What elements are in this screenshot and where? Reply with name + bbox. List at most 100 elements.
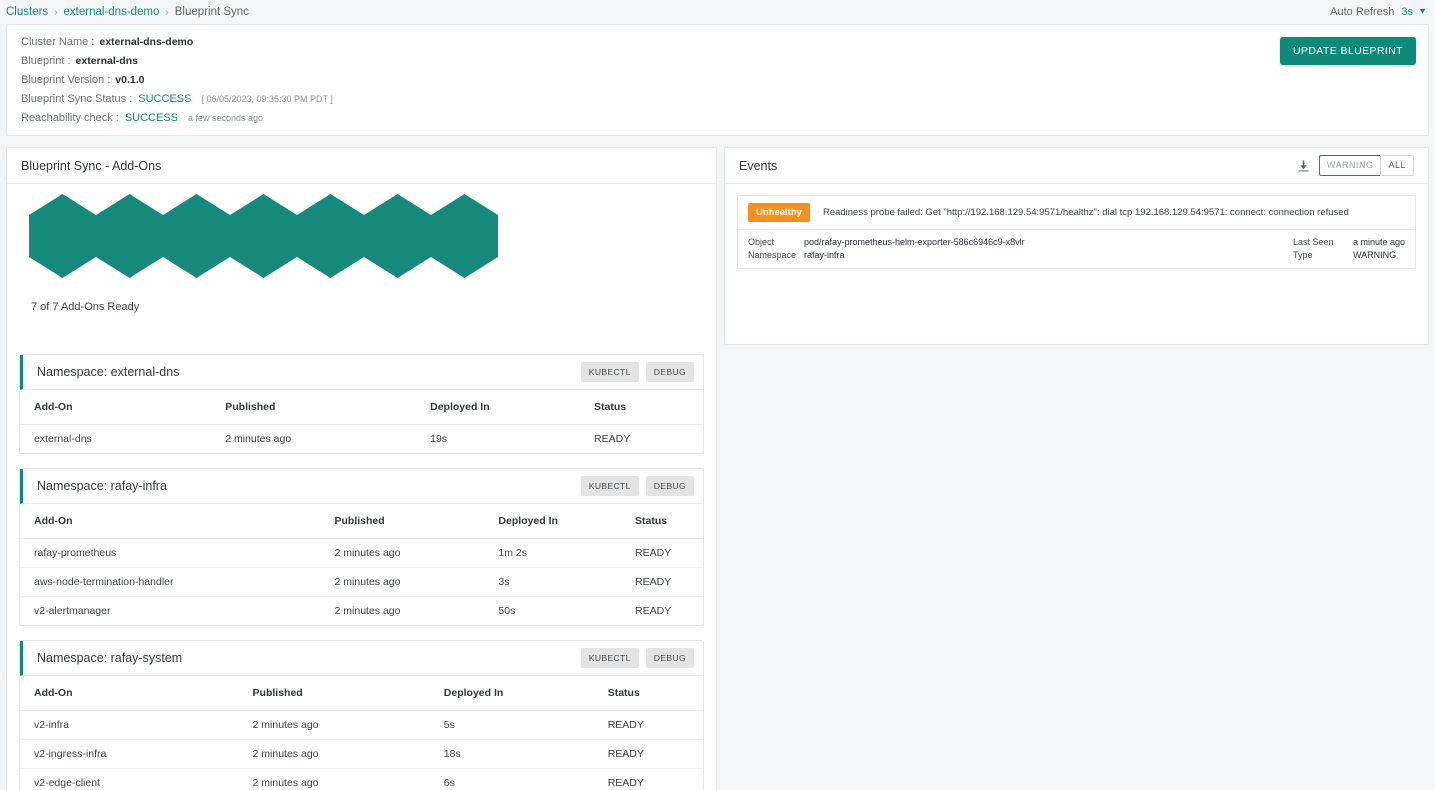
addons-table: Add-On Published Deployed In Status v2-infra…	[20, 676, 703, 790]
namespace-header: Namespace: rafay-system KUBECTL DEBUG	[20, 641, 703, 676]
table-row[interactable]: v2-ingress-infra 2 minutes ago 18s READY	[20, 739, 703, 769]
table-row[interactable]: rafay-prometheus 2 minutes ago 1m 2s READY	[20, 538, 703, 568]
auto-refresh-control[interactable]: Auto Refresh 3s ▾	[1330, 6, 1425, 18]
breadcrumb-item-clusters[interactable]: Clusters	[6, 6, 48, 18]
debug-button[interactable]: DEBUG	[645, 476, 694, 496]
cluster-name-value: external-dns-demo	[99, 36, 194, 48]
namespace-block: Namespace: external-dns KUBECTL DEBUG Add-O…	[19, 354, 704, 454]
download-icon[interactable]	[1297, 159, 1310, 173]
events-filter-all[interactable]: ALL	[1380, 155, 1414, 176]
namespace-title: Namespace: rafay-system	[37, 651, 183, 665]
addon-published: 2 minutes ago	[225, 433, 292, 445]
addon-status: READY	[607, 777, 644, 789]
table-row[interactable]: aws-node-termination-handler 2 minutes ag…	[20, 567, 703, 597]
addon-status: READY	[594, 433, 631, 445]
addon-deployed-in: 3s	[484, 567, 622, 597]
events-card: Events WARNING ALL Unhealthy Readiness p…	[724, 147, 1429, 345]
addon-hexagon-icon[interactable]	[96, 194, 163, 278]
addon-hexagon-icon[interactable]	[431, 194, 498, 278]
breadcrumb-separator: ›	[165, 6, 169, 18]
kubectl-button[interactable]: KUBECTL	[580, 362, 639, 382]
addon-deployed-in: 6s	[443, 777, 455, 789]
column-header-deployed-in: Deployed In	[416, 390, 581, 425]
top-bar: Clusters › external-dns-demo › Blueprint…	[0, 0, 1435, 24]
namespace-title: Namespace: external-dns	[37, 365, 180, 379]
event-item[interactable]: Unhealthy Readiness probe failed: Get "h…	[737, 195, 1416, 269]
addons-ready-caption: 7 of 7 Add-Ons Ready	[31, 301, 140, 313]
addon-deployed-in: 1m 2s	[484, 538, 622, 568]
breadcrumb: Clusters › external-dns-demo › Blueprint…	[6, 6, 249, 18]
namespace-actions: KUBECTL DEBUG	[580, 648, 694, 668]
chevron-down-icon[interactable]: ▾	[1420, 7, 1425, 17]
breadcrumb-item-current: Blueprint Sync	[174, 6, 249, 18]
column-header-add-on: Add-On	[20, 676, 239, 711]
sync-status-label: Blueprint Sync Status :	[21, 93, 133, 105]
main-content: Blueprint Sync - Add-Ons 7 of 7 Add-Ons …	[0, 136, 1435, 790]
event-last-seen-line: Last Seen a minute ago	[1293, 237, 1405, 247]
addon-deployed-in: 19s	[430, 433, 448, 445]
table-header-row: Add-On Published Deployed In Status	[20, 504, 703, 539]
events-filter-warning[interactable]: WARNING	[1318, 155, 1381, 176]
addon-hexagon-icon[interactable]	[230, 194, 297, 278]
event-message: Readiness probe failed: Get "http://192.…	[822, 207, 1349, 218]
column-header-add-on: Add-On	[20, 390, 212, 425]
reachability-label: Reachability check :	[21, 112, 119, 124]
events-card-header: Events WARNING ALL	[725, 148, 1428, 184]
addon-name: v2-infra	[20, 710, 239, 740]
addon-hexagon-icon[interactable]	[29, 194, 96, 278]
addon-published: 2 minutes ago	[238, 710, 430, 740]
addon-hexagon-icon[interactable]	[163, 194, 230, 278]
blueprint-value: external-dns	[75, 55, 138, 67]
table-header-row: Add-On Published Deployed In Status	[20, 676, 703, 711]
column-header-deployed-in: Deployed In	[429, 676, 594, 711]
info-row-cluster-name: Cluster Name : external-dns-demo	[21, 36, 1414, 55]
debug-button[interactable]: DEBUG	[645, 648, 694, 668]
table-row[interactable]: v2-alertmanager 2 minutes ago 50s READY	[20, 597, 703, 626]
blueprint-sync-addons-card: Blueprint Sync - Add-Ons 7 of 7 Add-Ons …	[6, 147, 717, 790]
sync-status-badge: SUCCESS	[138, 93, 192, 105]
addon-hexagon-icon[interactable]	[364, 194, 431, 278]
addon-name: external-dns	[34, 433, 92, 445]
table-row[interactable]: v2-infra 2 minutes ago 5s READY	[20, 710, 703, 740]
addon-hexagon-icon[interactable]	[297, 194, 364, 278]
column-header-published: Published	[211, 390, 417, 425]
column-header-add-on: Add-On	[20, 504, 321, 539]
column-header-status: Status	[580, 390, 703, 425]
addon-deployed-in: 5s	[429, 710, 594, 740]
event-meta-right: Last Seen a minute ago Type WARNING	[1293, 237, 1405, 260]
status-badge: Unhealthy	[748, 203, 810, 222]
auto-refresh-label: Auto Refresh	[1330, 6, 1395, 18]
kubectl-button[interactable]: KUBECTL	[580, 648, 639, 668]
addon-name: aws-node-termination-handler	[20, 567, 321, 597]
breadcrumb-item-cluster[interactable]: external-dns-demo	[64, 6, 160, 18]
column-header-published: Published	[320, 504, 485, 539]
table-header-row: Add-On Published Deployed In Status	[20, 390, 703, 425]
namespace-actions: KUBECTL DEBUG	[580, 362, 694, 382]
table-row[interactable]: v2-edge-client 2 minutes ago 6s READY	[20, 769, 703, 790]
info-row-blueprint-version: Blueprint Version : v0.1.0	[21, 74, 1414, 93]
addon-status: READY	[635, 605, 672, 617]
namespace-header: Namespace: external-dns KUBECTL DEBUG	[20, 355, 703, 390]
events-filter-toggle[interactable]: WARNING ALL	[1318, 155, 1414, 176]
event-namespace-value: rafay-infra	[804, 250, 845, 260]
update-blueprint-button[interactable]: UPDATE BLUEPRINT	[1279, 37, 1416, 65]
event-message-row: Unhealthy Readiness probe failed: Get "h…	[738, 196, 1415, 229]
addons-table: Add-On Published Deployed In Status external…	[20, 390, 703, 453]
addon-status: READY	[593, 710, 703, 740]
debug-button[interactable]: DEBUG	[645, 362, 694, 382]
namespace-title: Namespace: rafay-infra	[37, 479, 167, 493]
column-header-status: Status	[593, 676, 703, 711]
event-type-line: Type WARNING	[1293, 250, 1405, 260]
addon-name: rafay-prometheus	[20, 538, 321, 568]
events-card-tools: WARNING ALL	[1297, 155, 1414, 176]
column-header-published: Published	[238, 676, 430, 711]
kubectl-button[interactable]: KUBECTL	[580, 476, 639, 496]
addon-status: READY	[621, 538, 703, 568]
event-object-key: Object	[748, 237, 775, 247]
event-namespace-key: Namespace	[748, 250, 797, 260]
table-row[interactable]: external-dns 2 minutes ago 19s READY	[20, 425, 703, 454]
blueprint-version-label: Blueprint Version :	[21, 74, 111, 86]
addon-name: v2-ingress-infra	[20, 739, 239, 769]
addon-hexagon-row	[29, 194, 716, 278]
addons-hex-summary: 7 of 7 Add-Ons Ready	[7, 184, 716, 354]
